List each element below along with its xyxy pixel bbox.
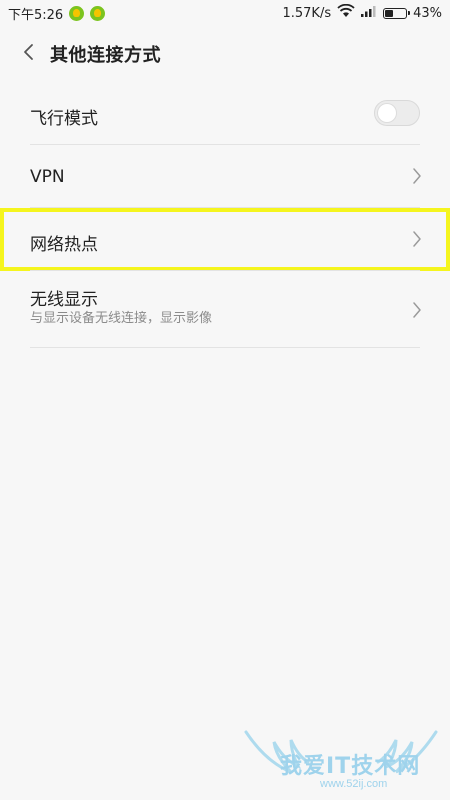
- title-bar: 其他连接方式: [0, 26, 450, 82]
- network-speed: 1.57K/s: [282, 5, 332, 21]
- hotspot-row[interactable]: 网络热点: [0, 208, 450, 271]
- settings-list: 飞行模式 VPN 网络热点 无线显示 与显示设备无线连接，显示影像: [0, 82, 450, 348]
- chevron-left-icon: [22, 43, 34, 65]
- page-title: 其他连接方式: [50, 45, 161, 66]
- chevron-right-icon: [412, 301, 422, 323]
- airplane-mode-row[interactable]: 飞行模式: [0, 82, 450, 145]
- wireless-display-row[interactable]: 无线显示 与显示设备无线连接，显示影像: [0, 271, 450, 348]
- status-time: 下午5:26: [8, 8, 64, 23]
- status-bar: 下午5:26 1.57K/s 43%: [0, 0, 450, 26]
- hotspot-label: 网络热点: [30, 235, 98, 255]
- battery-icon: [383, 7, 411, 19]
- status-right: 1.57K/s 43%: [282, 3, 442, 22]
- chevron-right-icon: [412, 230, 422, 252]
- airplane-mode-label: 飞行模式: [30, 109, 98, 129]
- chevron-right-icon: [412, 167, 422, 189]
- airplane-mode-toggle[interactable]: [374, 100, 420, 126]
- app-notification-icon: [69, 6, 85, 21]
- screen: 下午5:26 1.57K/s 43% 其他连接方式 飞行模式 VPN 网络热点 …: [0, 0, 450, 800]
- signal-icon: [361, 5, 377, 21]
- toggle-knob: [378, 104, 396, 122]
- watermark-url: www.52ij.com: [320, 778, 388, 790]
- app-notification-icon: [90, 6, 106, 21]
- wifi-icon: [337, 3, 355, 22]
- vpn-label: VPN: [30, 167, 65, 187]
- wireless-display-description: 与显示设备无线连接，显示影像: [30, 311, 213, 326]
- watermark-text: 我爱IT技术网: [280, 754, 421, 779]
- back-button[interactable]: [4, 26, 52, 82]
- battery-percent: 43%: [413, 5, 442, 21]
- vpn-row[interactable]: VPN: [0, 145, 450, 208]
- status-left: 下午5:26: [8, 4, 106, 23]
